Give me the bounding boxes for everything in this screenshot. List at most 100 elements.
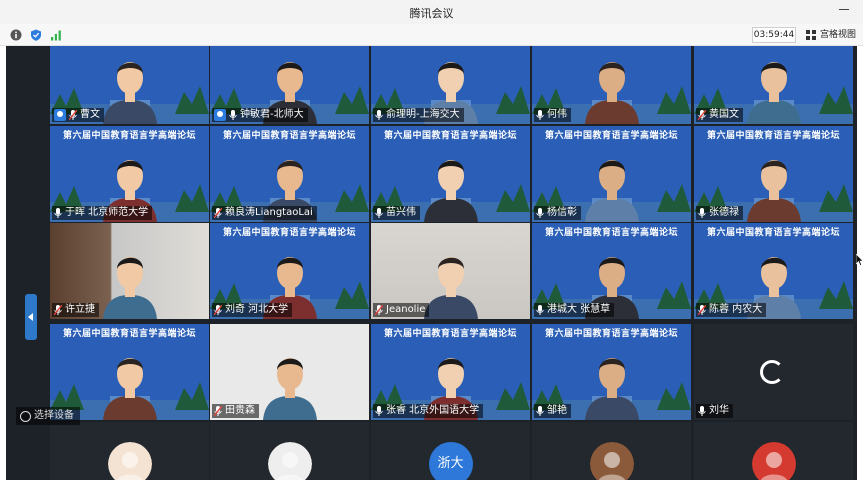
mic-muted-icon [375, 305, 383, 315]
status-bar: 03:59:44 宫格视图 [0, 24, 863, 46]
participant-tile[interactable] [532, 422, 691, 480]
participant-name-tag: 黄国文 [696, 108, 743, 122]
mic-icon [375, 110, 383, 120]
participant-name: 俞理明-上海交大 [386, 109, 460, 120]
participant-tile[interactable]: 第六届中国教育语言学高端论坛 刘奇 河北大学 [210, 223, 369, 319]
host-icon [54, 109, 66, 121]
mic-icon [375, 208, 383, 218]
mic-icon [229, 110, 237, 120]
mic-icon [698, 208, 706, 218]
participant-name-tag: 何伟 [534, 108, 571, 122]
mic-icon [536, 110, 544, 120]
participant-tile[interactable]: 许立捷 [50, 223, 209, 319]
mic-icon [536, 208, 544, 218]
participant-name: 黄国文 [709, 109, 739, 120]
participant-name-tag: 曹文 [52, 108, 104, 122]
participant-name: 曹文 [80, 109, 100, 120]
participant-name-tag: 张德禄 [696, 206, 743, 220]
participant-name-tag: 俞理明-上海交大 [373, 108, 464, 122]
participant-tile[interactable]: 第六届中国教育语言学高端论坛 苗兴伟 [371, 126, 530, 222]
avatar [267, 442, 312, 480]
participant-name: 陈蓉 内农大 [709, 304, 763, 315]
grid-icon [806, 30, 816, 40]
participant-tile[interactable]: 何伟 [532, 46, 691, 124]
forum-banner: 第六届中国教育语言学高端论坛 [62, 131, 196, 141]
participant-tile[interactable]: 浙大 [371, 422, 530, 480]
host-icon [214, 109, 226, 121]
forum-banner: 第六届中国教育语言学高端论坛 [222, 131, 356, 141]
title-bar: 腾讯会议 [0, 0, 863, 24]
forum-banner: 第六届中国教育语言学高端论坛 [706, 131, 840, 141]
mic-icon [54, 208, 62, 218]
forum-banner: 第六届中国教育语言学高端论坛 [62, 329, 196, 339]
participant-video [423, 257, 478, 319]
participant-name-tag: 杨信彰 [534, 206, 581, 220]
participant-tile[interactable] [694, 422, 853, 480]
participant-name-tag: 苗兴伟 [373, 206, 420, 220]
mic-icon [698, 406, 706, 416]
mic-muted-icon [214, 406, 222, 416]
participant-tile[interactable]: 黄国文 [694, 46, 853, 124]
avatar [751, 442, 796, 480]
participant-tile[interactable]: 第六届中国教育语言学高端论坛 陈蓉 内农大 [694, 223, 853, 319]
participant-tile[interactable]: 第六届中国教育语言学高端论坛 [50, 324, 209, 420]
info-icon[interactable] [10, 29, 22, 41]
participant-tile[interactable]: 曹文 [50, 46, 209, 124]
mic-muted-icon [698, 305, 706, 315]
participant-name-tag: 许立捷 [52, 303, 99, 317]
participant-tile[interactable]: 第六届中国教育语言学高端论坛港城大 张慧草 [532, 223, 691, 319]
participant-video [102, 358, 157, 420]
mic-muted-icon [698, 110, 706, 120]
participant-name-tag: 刘华 [696, 404, 733, 418]
grid-view-button[interactable]: 宫格视图 [806, 27, 856, 43]
forum-banner: 第六届中国教育语言学高端论坛 [222, 228, 356, 238]
participant-tile[interactable]: 田贵森 [210, 324, 369, 420]
participant-tile[interactable]: 第六届中国教育语言学高端论坛 于晖 北京师范大学 [50, 126, 209, 222]
participant-tile[interactable]: 第六届中国教育语言学高端论坛 邹艳 [532, 324, 691, 420]
signal-icon[interactable] [50, 29, 62, 41]
participant-name: 许立捷 [65, 304, 95, 315]
participant-video [746, 160, 801, 222]
participant-tile[interactable]: 钟敏君-北师大 [210, 46, 369, 124]
participant-tile[interactable]: 第六届中国教育语言学高端论坛 赖良涛LiangtaoLai [210, 126, 369, 222]
participant-tile[interactable]: 俞理明-上海交大 [371, 46, 530, 124]
mic-icon [375, 406, 383, 416]
participant-tile[interactable]: 第六届中国教育语言学高端论坛杨信彰 [532, 126, 691, 222]
loading-spinner-icon [760, 360, 784, 384]
participant-name: 张德禄 [709, 207, 739, 218]
forum-banner: 第六届中国教育语言学高端论坛 [544, 131, 678, 141]
participant-name-tag: 张睿 北京外国语大学 [373, 404, 484, 418]
participant-name: 邹艳 [547, 405, 567, 416]
participant-name-tag: 港城大 张慧草 [534, 303, 615, 317]
participant-name: 何伟 [547, 109, 567, 120]
participant-tile[interactable]: Jeanolie [371, 223, 530, 319]
participant-name: 于晖 北京师范大学 [65, 207, 149, 218]
mic-muted-icon [69, 110, 77, 120]
mic-muted-icon [54, 305, 62, 315]
meeting-timer: 03:59:44 [752, 27, 796, 43]
forum-banner: 第六届中国教育语言学高端论坛 [544, 228, 678, 238]
window-title: 腾讯会议 [409, 7, 454, 20]
avatar [589, 442, 634, 480]
forum-banner: 第六届中国教育语言学高端论坛 [383, 131, 517, 141]
participant-video [423, 160, 478, 222]
forum-banner: 第六届中国教育语言学高端论坛 [383, 329, 517, 339]
expand-panel-tab[interactable] [25, 294, 37, 340]
minimize-button[interactable] [839, 9, 849, 10]
camera-select-label[interactable]: 选择设备 [16, 407, 80, 425]
participant-tile[interactable]: 刘华 [694, 324, 853, 420]
participant-name: 赖良涛LiangtaoLai [225, 207, 313, 218]
shield-icon[interactable] [30, 29, 42, 41]
participant-tile[interactable] [50, 422, 209, 480]
participant-name: 苗兴伟 [386, 207, 416, 218]
participant-name-tag: 赖良涛LiangtaoLai [212, 206, 317, 220]
avatar [107, 442, 152, 480]
participant-tile[interactable] [210, 422, 369, 480]
video-grid: 曹文 钟敏君-北师大 俞理明-上海交大 何伟 黄国文 第六届中国教育语言学高端论坛 于晖 北… [6, 46, 857, 480]
participant-name-tag: 钟敏君-北师大 [212, 108, 308, 122]
forum-banner: 第六届中国教育语言学高端论坛 [706, 228, 840, 238]
participant-tile[interactable]: 第六届中国教育语言学高端论坛张睿 北京外国语大学 [371, 324, 530, 420]
participant-name: 刘华 [709, 405, 729, 416]
mic-muted-icon [214, 208, 222, 218]
participant-tile[interactable]: 第六届中国教育语言学高端论坛 张德禄 [694, 126, 853, 222]
